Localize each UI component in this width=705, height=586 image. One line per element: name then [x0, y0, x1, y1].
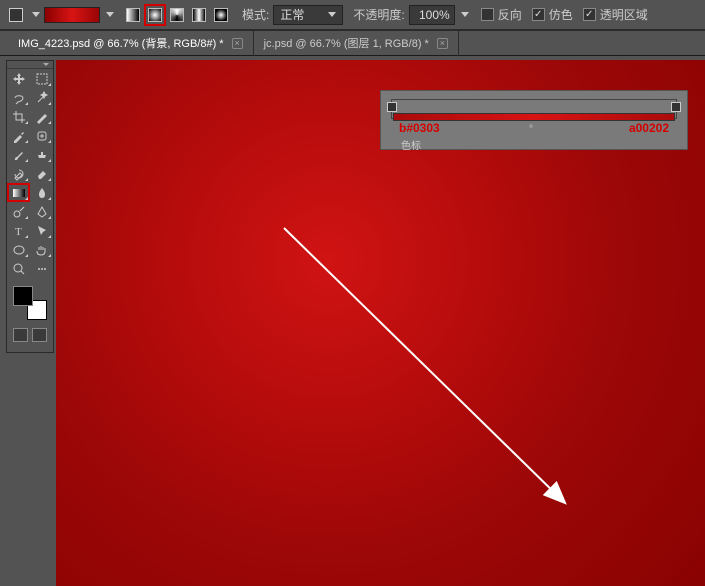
quick-mask-toggle[interactable]: [13, 328, 28, 342]
gradient-radial-button[interactable]: [144, 4, 166, 26]
close-icon[interactable]: ×: [232, 38, 243, 49]
tab-label: jc.psd @ 66.7% (图层 1, RGB/8) *: [264, 35, 429, 51]
screen-mode-toggle[interactable]: [32, 328, 47, 342]
transparency-checkbox[interactable]: [583, 8, 596, 21]
blur-tool[interactable]: [30, 183, 53, 202]
reverse-checkbox[interactable]: [481, 8, 494, 21]
close-icon[interactable]: ×: [437, 38, 448, 49]
svg-text:T: T: [15, 226, 22, 238]
gradient-reflected-button[interactable]: [188, 4, 210, 26]
reverse-label: 反向: [498, 6, 522, 23]
gradient-tool[interactable]: [7, 183, 30, 202]
document-tab[interactable]: IMG_4223.psd @ 66.7% (背景, RGB/8#) * ×: [8, 30, 254, 56]
zoom-tool[interactable]: [7, 259, 30, 278]
eraser-tool[interactable]: [30, 164, 53, 183]
hand-tool[interactable]: [30, 240, 53, 259]
dodge-tool[interactable]: [7, 202, 30, 221]
blend-mode-select[interactable]: 正常: [273, 5, 343, 25]
move-tool[interactable]: [7, 69, 30, 88]
dither-checkbox[interactable]: [532, 8, 545, 21]
gradient-linear-button[interactable]: [122, 4, 144, 26]
path-selection-tool[interactable]: [30, 221, 53, 240]
stops-label: 色标: [401, 137, 421, 152]
document-tab[interactable]: jc.psd @ 66.7% (图层 1, RGB/8) * ×: [254, 30, 459, 56]
crop-tool[interactable]: [7, 107, 30, 126]
magic-wand-tool[interactable]: [30, 88, 53, 107]
opacity-stop-handle[interactable]: [387, 102, 397, 112]
chevron-down-icon[interactable]: [461, 12, 469, 17]
rectangular-marquee-tool[interactable]: [30, 69, 53, 88]
opacity-input[interactable]: 100%: [409, 5, 455, 25]
chevron-down-icon[interactable]: [106, 12, 114, 17]
gradient-type-group: [122, 4, 232, 26]
opacity-label: 不透明度:: [353, 6, 404, 23]
opacity-value: 100%: [419, 8, 450, 22]
color-swatches[interactable]: [7, 282, 53, 324]
transparency-label: 透明区域: [600, 6, 648, 23]
document-tabs: IMG_4223.psd @ 66.7% (背景, RGB/8#) * × jc…: [0, 30, 705, 56]
tab-label: IMG_4223.psd @ 66.7% (背景, RGB/8#) *: [18, 35, 224, 51]
shape-tool[interactable]: [7, 240, 30, 259]
gradient-diamond-button[interactable]: [210, 4, 232, 26]
slice-tool[interactable]: [30, 107, 53, 126]
opacity-stop-handle[interactable]: [671, 102, 681, 112]
color-stop-left-value[interactable]: b#0303: [399, 121, 440, 135]
clone-stamp-tool[interactable]: [30, 145, 53, 164]
gradient-stops-panel[interactable]: b#0303 ° a00202 色标: [380, 90, 688, 150]
options-bar: 模式: 正常 不透明度: 100% 反向 仿色 透明区域: [0, 0, 705, 30]
chevron-down-icon: [328, 12, 336, 17]
tool-preset-picker[interactable]: [6, 5, 26, 25]
midpoint-marker[interactable]: °: [529, 124, 533, 135]
mode-label: 模式:: [242, 6, 269, 23]
color-stop-right-value[interactable]: a00202: [629, 121, 669, 135]
toolbox-header[interactable]: [7, 61, 53, 69]
type-tool[interactable]: T: [7, 221, 30, 240]
toolbox-panel: T: [6, 60, 54, 353]
eyedropper-tool[interactable]: [7, 126, 30, 145]
dither-label: 仿色: [549, 6, 573, 23]
blend-mode-value: 正常: [280, 6, 304, 23]
history-brush-tool[interactable]: [7, 164, 30, 183]
brush-tool[interactable]: [7, 145, 30, 164]
gradient-picker[interactable]: [44, 7, 100, 23]
healing-brush-tool[interactable]: [30, 126, 53, 145]
pen-tool[interactable]: [30, 202, 53, 221]
extra-tool[interactable]: [30, 259, 53, 278]
chevron-down-icon[interactable]: [32, 12, 40, 17]
foreground-color-swatch[interactable]: [13, 286, 33, 306]
gradient-angular-button[interactable]: [166, 4, 188, 26]
gradient-preview-band[interactable]: [393, 113, 675, 121]
lasso-tool[interactable]: [7, 88, 30, 107]
